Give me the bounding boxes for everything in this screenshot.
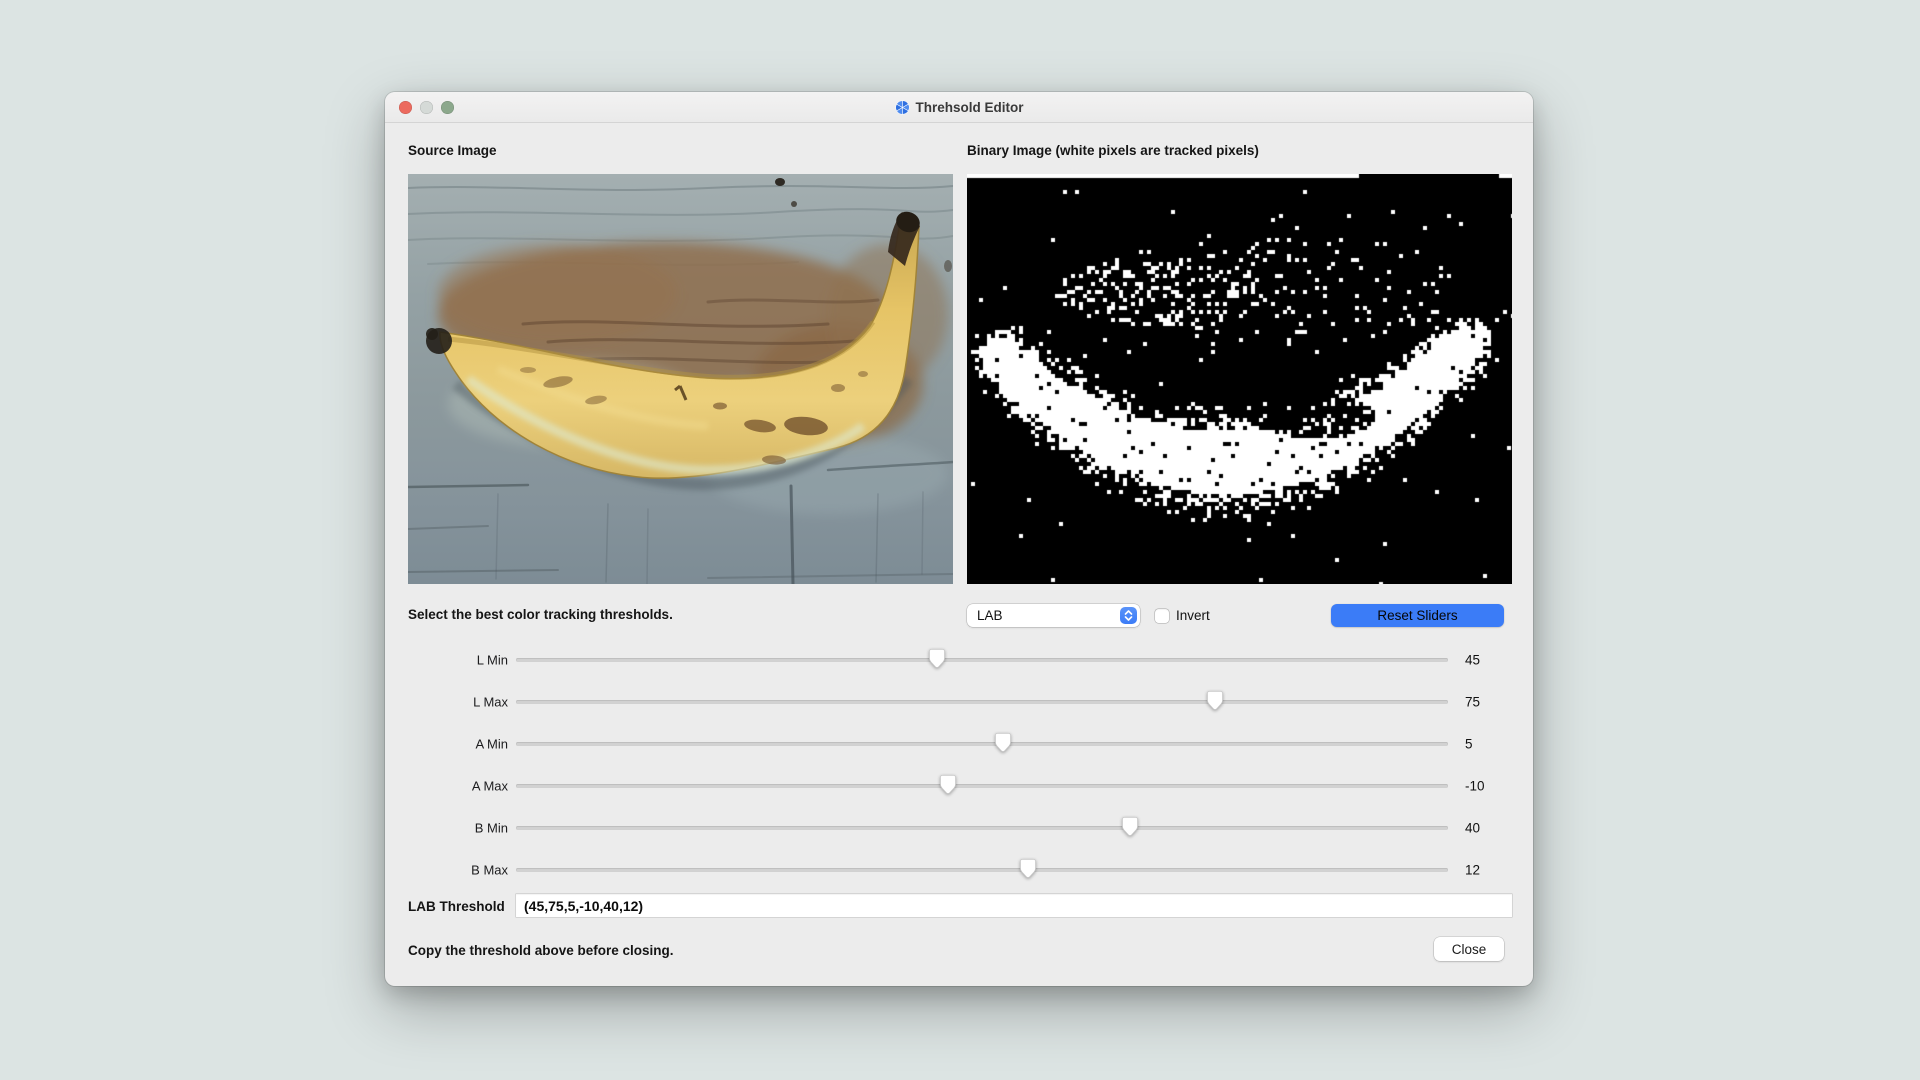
slider-thumb-b-max[interactable] bbox=[1020, 859, 1036, 880]
slider-thumb-a-min[interactable] bbox=[995, 733, 1011, 754]
slider-value-b-max: 12 bbox=[1465, 863, 1480, 878]
colorspace-dropdown[interactable]: LAB bbox=[967, 604, 1140, 627]
slider-label-l-max: L Max bbox=[385, 695, 508, 710]
invert-label: Invert bbox=[1176, 608, 1210, 623]
invert-checkbox[interactable] bbox=[1155, 609, 1169, 623]
window-titlebar[interactable]: Threhsold Editor bbox=[385, 92, 1533, 123]
slider-label-b-max: B Max bbox=[385, 863, 508, 878]
app-aperture-icon bbox=[895, 100, 910, 115]
instructions-text: Select the best color tracking threshold… bbox=[408, 607, 673, 622]
threshold-editor-window: Threhsold Editor Source Image Binary Ima… bbox=[385, 92, 1533, 986]
slider-value-l-max: 75 bbox=[1465, 695, 1480, 710]
slider-thumb-a-max[interactable] bbox=[940, 775, 956, 796]
reset-sliders-button[interactable]: Reset Sliders bbox=[1331, 604, 1504, 627]
slider-track-b-max[interactable] bbox=[516, 868, 1448, 872]
slider-row-l-max: L Max 75 bbox=[385, 687, 1512, 717]
slider-track-b-min[interactable] bbox=[516, 826, 1448, 830]
threshold-input[interactable] bbox=[516, 894, 1512, 917]
close-window-button[interactable] bbox=[399, 101, 412, 114]
slider-row-a-min: A Min 5 bbox=[385, 729, 1512, 759]
traffic-lights bbox=[399, 92, 454, 122]
slider-thumb-l-max[interactable] bbox=[1207, 691, 1223, 712]
slider-row-l-min: L Min 45 bbox=[385, 645, 1512, 675]
slider-track-l-min[interactable] bbox=[516, 658, 1448, 662]
binary-image-label: Binary Image (white pixels are tracked p… bbox=[967, 143, 1259, 159]
slider-row-b-max: B Max 12 bbox=[385, 855, 1512, 885]
colorspace-selected-value: LAB bbox=[977, 608, 1003, 623]
slider-label-a-max: A Max bbox=[385, 779, 508, 794]
slider-value-a-max: -10 bbox=[1465, 779, 1485, 794]
slider-label-a-min: A Min bbox=[385, 737, 508, 752]
slider-label-l-min: L Min bbox=[385, 653, 508, 668]
zoom-window-button[interactable] bbox=[441, 101, 454, 114]
slider-row-a-max: A Max -10 bbox=[385, 771, 1512, 801]
source-image bbox=[408, 174, 953, 584]
slider-value-l-min: 45 bbox=[1465, 653, 1480, 668]
slider-row-b-min: B Min 40 bbox=[385, 813, 1512, 843]
threshold-label: LAB Threshold bbox=[408, 894, 505, 919]
close-button[interactable]: Close bbox=[1434, 937, 1504, 961]
slider-thumb-l-min[interactable] bbox=[929, 649, 945, 670]
slider-label-b-min: B Min bbox=[385, 821, 508, 836]
binary-image-canvas bbox=[967, 174, 1512, 584]
slider-value-a-min: 5 bbox=[1465, 737, 1473, 752]
copy-note: Copy the threshold above before closing. bbox=[408, 939, 674, 963]
minimize-window-button[interactable] bbox=[420, 101, 433, 114]
slider-value-b-min: 40 bbox=[1465, 821, 1480, 836]
desktop-background: Threhsold Editor Source Image Binary Ima… bbox=[0, 0, 1920, 1080]
slider-track-a-max[interactable] bbox=[516, 784, 1448, 788]
slider-track-l-max[interactable] bbox=[516, 700, 1448, 704]
invert-control: Invert bbox=[1155, 604, 1210, 627]
dropdown-chevrons-icon bbox=[1120, 607, 1137, 624]
slider-track-a-min[interactable] bbox=[516, 742, 1448, 746]
binary-image bbox=[967, 174, 1512, 584]
window-title: Threhsold Editor bbox=[916, 100, 1024, 115]
source-image-label: Source Image bbox=[408, 143, 497, 159]
slider-thumb-b-min[interactable] bbox=[1122, 817, 1138, 838]
